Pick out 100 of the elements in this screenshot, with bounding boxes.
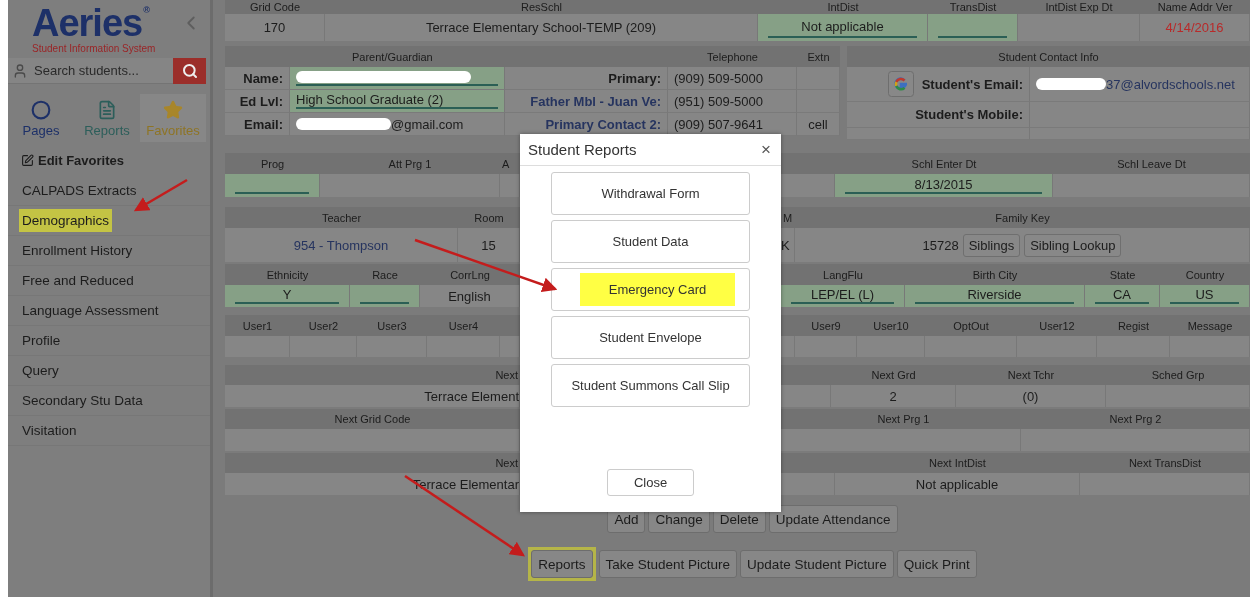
column-header: A: [500, 153, 520, 174]
column-header: Race: [350, 264, 420, 285]
table-cell: 170: [225, 14, 325, 41]
trademark-mark: ®: [143, 4, 149, 17]
column-header: IntDist Exp Dt: [1018, 0, 1140, 14]
sidebar-item[interactable]: Demographics: [19, 209, 113, 232]
column-header: Sched Grp: [1106, 365, 1250, 385]
column-header: Next Prg 1: [786, 409, 1021, 429]
action-button[interactable]: Update Attendance: [768, 505, 898, 533]
close-button[interactable]: Close: [607, 469, 694, 496]
column-header: User1: [225, 315, 290, 336]
table-cell: English: [420, 285, 520, 307]
input-field[interactable]: High School Graduate (2): [296, 92, 498, 109]
header-cell: [781, 453, 835, 473]
report-button[interactable]: Student Data: [551, 220, 750, 263]
table-cell: [781, 473, 835, 495]
sidebar-item[interactable]: Visitation: [19, 419, 80, 442]
table-cell: [781, 336, 795, 357]
field-label: Ed Lvl:: [225, 90, 290, 113]
input-field[interactable]: @gmail.com: [296, 113, 498, 135]
action-button[interactable]: Reports: [531, 550, 593, 578]
column-header: Next IntDist: [835, 453, 1080, 473]
action-button[interactable]: Update Student Picture: [740, 550, 894, 578]
table-cell: Terrace Element: [225, 385, 520, 407]
report-button[interactable]: Withdrawal Form: [551, 172, 750, 215]
column-header: Next: [225, 453, 520, 473]
input-field[interactable]: [296, 69, 498, 86]
action-button[interactable]: Take Student Picture: [598, 550, 738, 578]
column-header: Birth City: [905, 264, 1085, 285]
input-field[interactable]: Not applicable: [768, 16, 917, 38]
action-button[interactable]: Quick Print: [896, 550, 977, 578]
sidebar-tab[interactable]: Pages: [8, 94, 74, 142]
sidebar-item[interactable]: Free and Reduced: [19, 269, 137, 292]
column-header: Prog: [225, 153, 320, 174]
column-header: Next Prg 2: [1021, 409, 1250, 429]
sidebar-item[interactable]: Profile: [19, 329, 64, 352]
column-header: User2: [290, 315, 357, 336]
table-cell: 4/14/2016: [1140, 14, 1250, 41]
input-field[interactable]: 8/13/2015: [845, 176, 1042, 194]
table-cell: K: [781, 228, 795, 262]
input-field[interactable]: LEP/EL (L): [791, 287, 894, 304]
table-cell: (0): [956, 385, 1106, 407]
field-label: Name:: [225, 67, 290, 90]
field-label: Primary:: [505, 67, 668, 90]
contact-link[interactable]: Primary Contact 2:: [505, 113, 668, 136]
label-text: Student's Email:: [921, 76, 1023, 92]
edit-icon: [21, 154, 34, 167]
sibling-button[interactable]: Siblings: [962, 233, 1021, 257]
tagline: Student Information System: [32, 43, 156, 54]
input-field[interactable]: Riverside: [915, 287, 1074, 304]
column-header: Extn: [797, 46, 840, 67]
report-button[interactable]: Student Envelope: [551, 316, 750, 359]
column-header: Grid Code: [225, 0, 325, 14]
report-button[interactable]: Student Summons Call Slip: [551, 364, 750, 407]
cell-value: 15728: [922, 237, 959, 253]
column-header: CorrLng: [420, 264, 520, 285]
table-cell: 954 - Thompson: [225, 228, 458, 262]
column-header: User4: [427, 315, 500, 336]
column-header: State: [1085, 264, 1160, 285]
search-button[interactable]: [173, 58, 206, 84]
sidebar-item[interactable]: Secondary Stu Data: [19, 389, 146, 412]
field-label: Email:: [225, 113, 290, 136]
table-cell: [500, 336, 520, 357]
sibling-button[interactable]: Sibling Lookup: [1024, 233, 1122, 257]
contact-link[interactable]: Father Mbl - Juan Ve:: [505, 90, 668, 113]
column-header: Schl Enter Dt: [835, 153, 1053, 174]
column-header: LangFlu: [781, 264, 905, 285]
sidebar-item[interactable]: Enrollment History: [19, 239, 136, 262]
input-field[interactable]: CA: [1095, 287, 1149, 304]
header-cell: [781, 153, 835, 174]
input-field[interactable]: Y: [235, 287, 339, 304]
header-cell: [781, 409, 786, 429]
column-header: Message: [1170, 315, 1250, 336]
input-field[interactable]: US: [1170, 287, 1239, 304]
column-header: Student Contact Info: [847, 46, 1250, 67]
column-header: Room: [458, 207, 520, 228]
label-text: Student's Mobile:: [915, 107, 1023, 122]
header-cell: [500, 315, 520, 336]
sidebar-item[interactable]: Query: [19, 359, 62, 382]
column-header: Country: [1160, 264, 1250, 285]
column-header: Family Key: [795, 207, 1250, 228]
column-header: Att Prg 1: [320, 153, 500, 174]
table-cell: 2: [831, 385, 956, 407]
table-cell: (951) 509-5000: [668, 90, 797, 113]
redaction-mark: [1036, 78, 1106, 90]
column-header: Next Grid Code: [225, 409, 520, 429]
sidebar-item[interactable]: CALPADS Extracts: [19, 179, 140, 202]
close-button[interactable]: ×: [759, 139, 773, 160]
report-button[interactable]: Emergency Card: [551, 268, 750, 311]
google-icon[interactable]: [887, 71, 914, 97]
table-cell: [781, 385, 831, 407]
search-field[interactable]: Search students...: [8, 58, 173, 84]
sidebar-item[interactable]: Language Assessment: [19, 299, 162, 322]
column-header: IntDist: [758, 0, 928, 14]
column-header: M: [781, 207, 795, 228]
column-header: User10: [857, 315, 925, 336]
column-header: User12: [1017, 315, 1097, 336]
column-header: TransDist: [928, 0, 1018, 14]
column-header: ResSchl: [325, 0, 758, 14]
edit-favorites-link[interactable]: Edit Favorites: [38, 153, 124, 168]
